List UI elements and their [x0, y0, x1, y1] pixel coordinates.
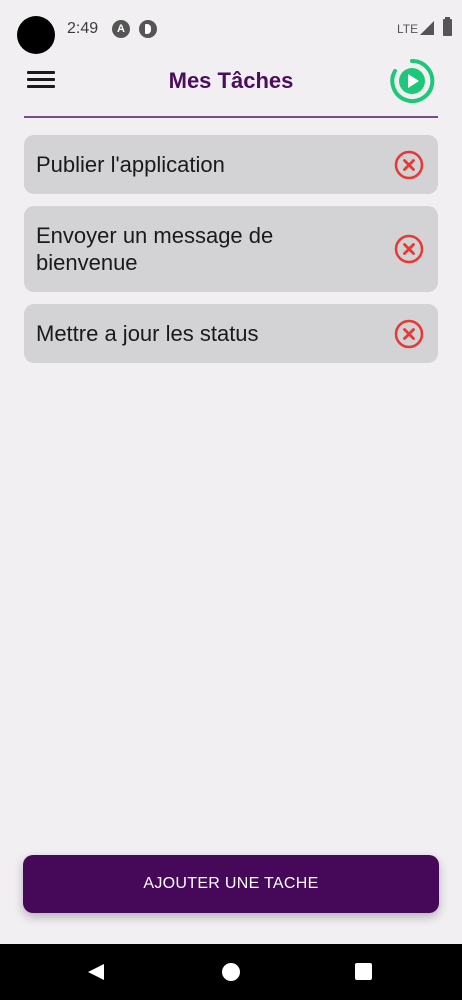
camera-cutout — [17, 16, 55, 54]
recents-icon[interactable] — [355, 963, 372, 980]
home-icon[interactable] — [222, 963, 240, 981]
delete-task-icon[interactable] — [394, 150, 424, 180]
task-label: Envoyer un message de bienvenue — [36, 223, 274, 275]
status-bar: 2:49 A LTE — [0, 0, 462, 58]
task-label: Mettre a jour les status — [36, 321, 259, 346]
app-header: Mes Tâches — [0, 58, 462, 118]
status-time: 2:49 — [67, 20, 99, 37]
task-item[interactable]: Mettre a jour les status — [24, 304, 438, 363]
battery-icon — [443, 17, 452, 36]
back-icon[interactable] — [88, 964, 104, 980]
notification-a-icon: A — [112, 20, 130, 38]
app-screen: 2:49 A LTE Mes Tâches Publier l'applicat… — [0, 0, 462, 1000]
header-divider — [24, 116, 438, 118]
task-list: Publier l'application Envoyer un message… — [24, 135, 438, 375]
play-icon[interactable] — [389, 58, 435, 104]
task-label: Publier l'application — [36, 152, 225, 177]
delete-task-icon[interactable] — [394, 319, 424, 349]
add-task-button[interactable]: AJOUTER UNE TACHE — [23, 855, 439, 913]
network-type: LTE — [397, 22, 419, 36]
task-item[interactable]: Publier l'application — [24, 135, 438, 194]
notification-react-icon — [139, 20, 157, 38]
signal-icon — [420, 21, 434, 35]
task-item[interactable]: Envoyer un message de bienvenue — [24, 206, 438, 292]
delete-task-icon[interactable] — [394, 234, 424, 264]
system-nav-bar — [0, 944, 462, 1000]
